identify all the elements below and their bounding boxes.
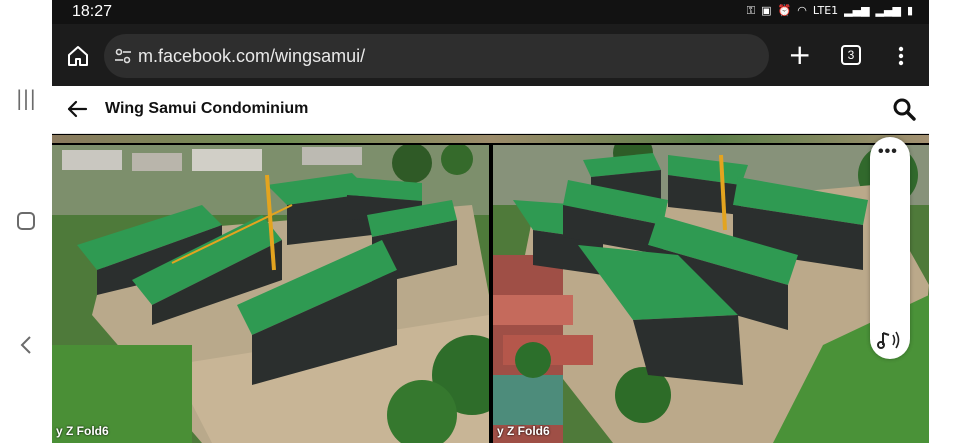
phone-screen: 18:27 ⚿ ▣ ⏰ ◠ LTE1 ▂▄▆ ▂▄▆ ▮ m.facebook.… — [52, 0, 929, 443]
photo-right[interactable]: y Z Fold6 — [493, 145, 929, 443]
page-header: Wing Samui Condominium — [52, 86, 929, 134]
tune-icon[interactable] — [114, 47, 132, 65]
tabs-icon[interactable]: 3 — [841, 45, 861, 65]
aerial-photo-right — [493, 145, 929, 443]
signal-roaming-icon: ▂▄▆ — [875, 4, 901, 17]
more-icon[interactable]: ••• — [878, 143, 898, 161]
address-bar[interactable]: m.facebook.com/wingsamui/ — [104, 34, 769, 78]
photo-caption: y Z Fold6 — [497, 424, 550, 438]
status-icons: ⚿ ▣ ⏰ ◠ LTE1 ▂▄▆ ▂▄▆ ▮ — [747, 4, 913, 18]
photo-caption: y Z Fold6 — [56, 424, 109, 438]
back-nav-icon[interactable] — [0, 334, 52, 360]
signal-icon: ▂▄▆ — [844, 4, 870, 17]
url-text[interactable]: m.facebook.com/wingsamui/ — [138, 46, 365, 67]
battery-icon: ▮ — [906, 4, 913, 17]
status-time: 18:27 — [72, 3, 113, 20]
navigation-rail: ||| — [0, 0, 52, 443]
home-nav-icon[interactable] — [0, 210, 52, 236]
home-icon[interactable] — [66, 44, 90, 68]
menu-icon[interactable] — [898, 46, 904, 66]
recents-icon[interactable]: ||| — [0, 86, 52, 110]
right-gutter — [929, 0, 960, 443]
photo-left[interactable]: y Z Fold6 — [52, 145, 489, 443]
search-icon[interactable] — [892, 97, 916, 121]
plus-icon[interactable]: + — [788, 41, 811, 69]
key-icon: ⚿ — [746, 4, 756, 17]
battery-saver-icon: ▣ — [761, 4, 772, 17]
browser-toolbar: m.facebook.com/wingsamui/ + 3 — [52, 24, 929, 86]
status-bar: 18:27 ⚿ ▣ ⏰ ◠ LTE1 ▂▄▆ ▂▄▆ ▮ — [52, 0, 929, 24]
network-label: LTE1 — [812, 4, 839, 17]
page-title: Wing Samui Condominium — [105, 100, 309, 117]
aerial-photo-left — [52, 145, 489, 443]
photo-strip — [52, 135, 929, 143]
alarm-icon: ⏰ — [777, 4, 792, 17]
audio-icon[interactable] — [877, 329, 903, 351]
back-arrow-icon[interactable] — [66, 98, 88, 120]
edge-panel[interactable]: ••• — [870, 137, 910, 359]
wifi-icon: ◠ — [797, 4, 807, 17]
